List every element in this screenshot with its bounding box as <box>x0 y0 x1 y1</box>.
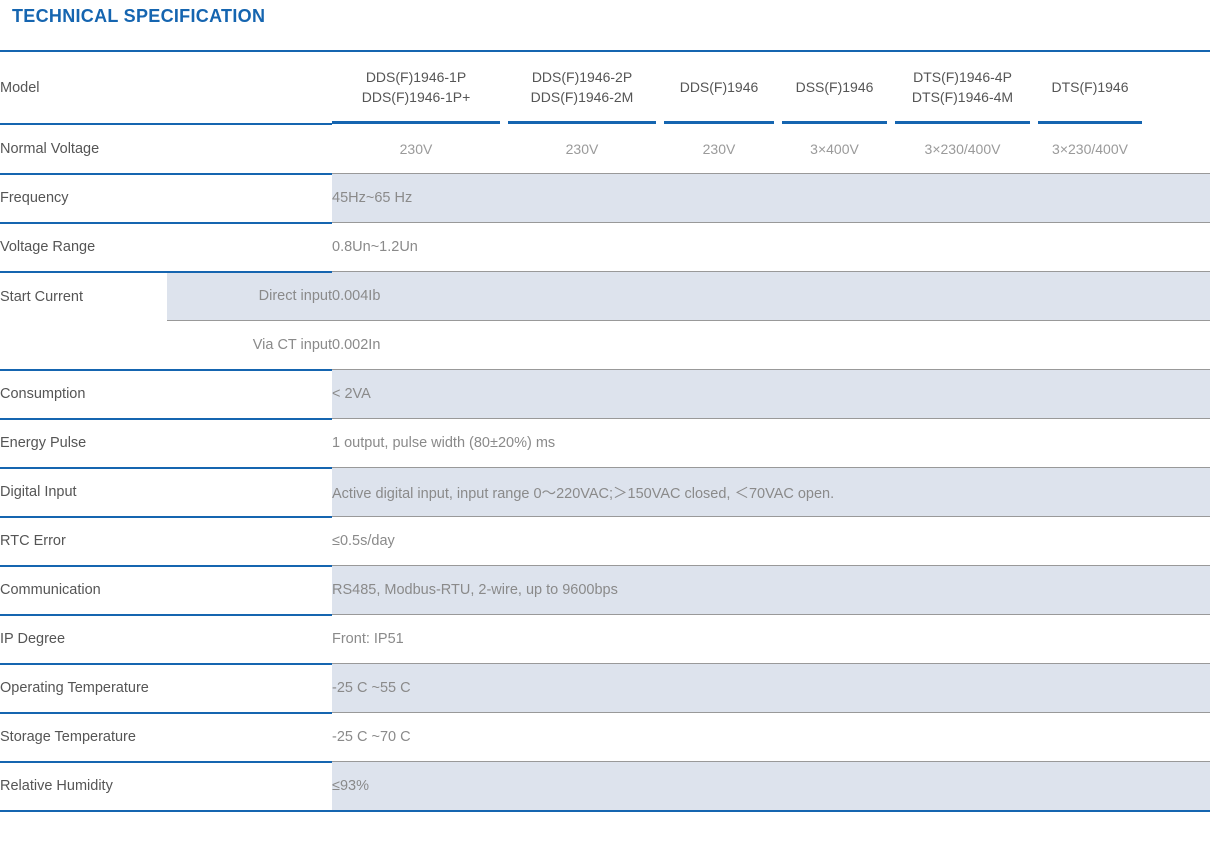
model-name-primary: DDS(F)1946-2P <box>531 68 633 85</box>
model-column-3: DDS(F)1946 <box>664 52 774 124</box>
table-row: Start Current Direct input 0.004Ib <box>0 270 1210 321</box>
table-row: Via CT input 0.002In <box>0 320 1210 370</box>
model-name-secondary: DDS(F)1946-2M <box>530 88 634 105</box>
table-row: Digital Input Active digital input, input… <box>0 466 1210 517</box>
normal-voltage-value-2: 230V <box>565 140 599 157</box>
table-row: Operating Temperature -25 C ~55 C <box>0 662 1210 713</box>
normal-voltage-value-6: 3×230/400V <box>1052 140 1128 157</box>
normal-voltage-value-1: 230V <box>399 140 433 157</box>
row-value: 0.002In <box>332 320 1210 370</box>
normal-voltage-value-3: 230V <box>702 140 736 157</box>
model-column-2: DDS(F)1946-2P DDS(F)1946-2M <box>508 52 656 124</box>
normal-voltage-row: Normal Voltage 230V 230V 230V 3×400V 3×230/40… <box>0 124 1210 174</box>
model-name-secondary: DTS(F)1946-4M <box>911 88 1014 105</box>
model-column-5: DTS(F)1946-4P DTS(F)1946-4M <box>895 52 1030 124</box>
row-label <box>0 321 167 370</box>
row-value: 1 output, pulse width (80±20%) ms <box>332 418 1210 468</box>
normal-voltage-values: 230V 230V 230V 3×400V 3×230/400V 3×230/400V <box>332 124 1210 174</box>
table-row: Communication RS485, Modbus-RTU, 2-wire, … <box>0 564 1210 615</box>
row-value: RS485, Modbus-RTU, 2-wire, up to 9600bps <box>332 565 1210 615</box>
row-value: 0.8Un~1.2Un <box>332 222 1210 272</box>
row-label: Digital Input <box>0 466 332 517</box>
table-row: Relative Humidity ≤93% <box>0 760 1210 811</box>
row-value: -25 C ~55 C <box>332 663 1210 713</box>
row-label: Energy Pulse <box>0 417 332 468</box>
normal-voltage-value-4: 3×400V <box>810 140 859 157</box>
row-value: 0.004Ib <box>332 271 1210 321</box>
row-value: ≤0.5s/day <box>332 516 1210 566</box>
model-columns-container: DDS(F)1946-1P DDS(F)1946-1P+ DDS(F)1946-2P… <box>332 50 1210 124</box>
model-column-4: DSS(F)1946 <box>782 52 887 124</box>
row-label: Consumption <box>0 368 332 419</box>
model-header-row: Model DDS(F)1946-1P DDS(F)1946-1P+ DDS(F)19… <box>0 50 1210 125</box>
model-name-primary: DDS(F)1946-1P <box>365 68 467 85</box>
table-row: IP Degree Front: IP51 <box>0 613 1210 664</box>
row-label: Start Current <box>0 270 167 321</box>
row-sublabel: Via CT input <box>167 320 332 370</box>
table-row: RTC Error ≤0.5s/day <box>0 515 1210 566</box>
model-name-primary: DDS(F)1946 <box>679 78 759 95</box>
row-label: Communication <box>0 564 332 615</box>
model-header-label: Model <box>0 50 332 125</box>
row-value: < 2VA <box>332 369 1210 419</box>
row-label: Relative Humidity <box>0 760 332 811</box>
row-label: IP Degree <box>0 613 332 664</box>
normal-voltage-value-5: 3×230/400V <box>924 140 1001 157</box>
model-column-6: DTS(F)1946 <box>1038 52 1142 124</box>
table-row: Frequency 45Hz~65 Hz <box>0 172 1210 223</box>
row-value: Front: IP51 <box>332 614 1210 664</box>
model-name-primary: DSS(F)1946 <box>795 78 874 95</box>
row-label: Frequency <box>0 172 332 223</box>
row-label: Operating Temperature <box>0 662 332 713</box>
model-column-1: DDS(F)1946-1P DDS(F)1946-1P+ <box>332 52 500 124</box>
row-label: RTC Error <box>0 515 332 566</box>
table-row: Storage Temperature -25 C ~70 C <box>0 711 1210 762</box>
page-title: TECHNICAL SPECIFICATION <box>12 6 266 26</box>
model-name-secondary: DDS(F)1946-1P+ <box>361 88 471 105</box>
model-name-primary: DTS(F)1946-4P <box>913 68 1012 85</box>
table-row: Voltage Range 0.8Un~1.2Un <box>0 221 1210 272</box>
model-name-primary: DTS(F)1946 <box>1051 78 1129 95</box>
row-value: 45Hz~65 Hz <box>332 173 1210 223</box>
row-label-normal-voltage: Normal Voltage <box>0 140 100 157</box>
row-label: Storage Temperature <box>0 711 332 762</box>
table-bottom-rule <box>0 809 1210 813</box>
row-value: ≤93% <box>332 761 1210 811</box>
table-row: Consumption < 2VA <box>0 368 1210 419</box>
row-value: Active digital input, input range 0～220V… <box>332 467 1210 517</box>
table-row: Energy Pulse 1 output, pulse width (80±20… <box>0 417 1210 468</box>
row-label: Voltage Range <box>0 221 332 272</box>
row-value: -25 C ~70 C <box>332 712 1210 762</box>
row-sublabel: Direct input <box>167 270 332 321</box>
technical-specification-table: Model DDS(F)1946-1P DDS(F)1946-1P+ DDS(F)19… <box>0 50 1210 813</box>
